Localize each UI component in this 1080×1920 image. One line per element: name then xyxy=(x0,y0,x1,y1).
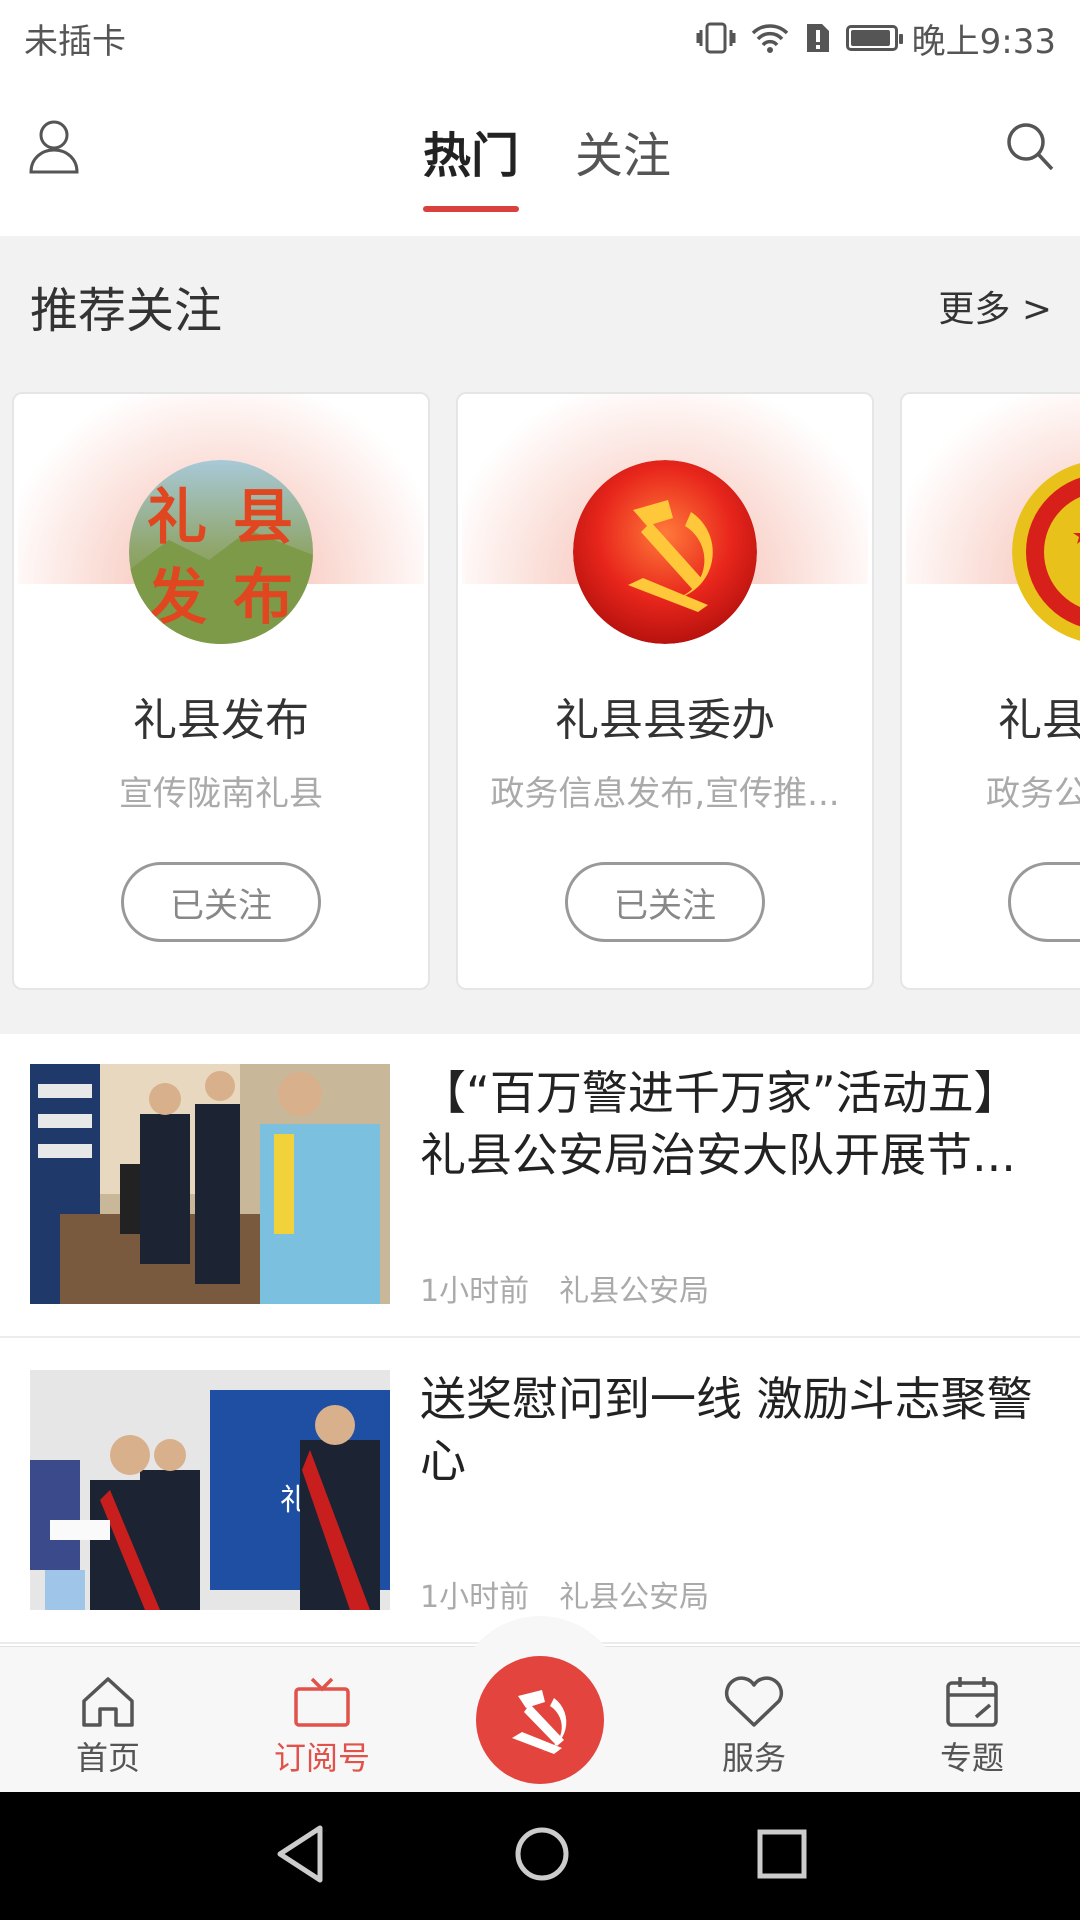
card-name: 礼县发布 xyxy=(133,695,309,746)
tv-icon xyxy=(294,1677,350,1727)
tab-follow[interactable]: 关注 xyxy=(575,116,671,212)
status-icons: 晚上9:33 xyxy=(696,14,1056,63)
recommend-header: 推荐关注 更多 > xyxy=(0,236,1080,376)
news-source: 礼县公安局 xyxy=(559,1274,710,1309)
news-item[interactable]: 【“百万警进千万家”活动五】礼县公安局治安大队开展节... 1小时前 礼县公安局 xyxy=(0,1034,1080,1338)
recommend-card[interactable]: 礼县 政务公 已 xyxy=(900,392,1080,990)
nav-subscription[interactable]: 订阅号 xyxy=(252,1675,392,1779)
news-thumbnail xyxy=(30,1064,390,1304)
svg-text:县: 县 xyxy=(233,483,293,553)
home-icon xyxy=(82,1677,134,1727)
nav-service-label: 服务 xyxy=(721,1739,786,1777)
party-center-button[interactable] xyxy=(476,1656,604,1784)
avatar xyxy=(573,460,757,644)
calendar-icon xyxy=(946,1677,998,1727)
card-desc: 宣传陇南礼县 xyxy=(119,774,323,814)
feed-tabs: 热门 关注 xyxy=(0,116,1080,212)
recommend-carousel[interactable]: 礼 县 发 布 礼县发布 宣传陇南礼县 已关注 礼县县委办 政务信息发布,宣传推… xyxy=(12,392,1080,992)
nav-topic-label: 专题 xyxy=(939,1739,1004,1777)
news-source: 礼县公安局 xyxy=(559,1580,710,1615)
carrier-label: 未插卡 xyxy=(24,21,126,62)
system-navigation-bar xyxy=(0,1792,1080,1920)
wifi-icon xyxy=(751,24,788,53)
followed-button[interactable]: 已 xyxy=(1008,862,1080,942)
top-header: 热门 关注 xyxy=(0,76,1080,236)
recents-icon[interactable] xyxy=(752,1822,812,1886)
news-thumbnail: 礼县 xyxy=(30,1370,390,1610)
nav-home[interactable]: 首页 xyxy=(38,1675,178,1779)
nav-home-label: 首页 xyxy=(75,1739,140,1777)
svg-text:布: 布 xyxy=(233,563,293,633)
search-icon[interactable] xyxy=(1004,118,1056,174)
sim-alert-icon xyxy=(806,24,829,52)
recommend-card[interactable]: 礼 县 发 布 礼县发布 宣传陇南礼县 已关注 xyxy=(12,392,430,990)
nav-service[interactable]: 服务 xyxy=(684,1675,824,1779)
recommend-card[interactable]: 礼县县委办 政务信息发布,宣传推... 已关注 xyxy=(456,392,874,990)
recommend-title: 推荐关注 xyxy=(30,283,223,339)
back-icon[interactable] xyxy=(272,1822,328,1886)
news-item[interactable]: 礼县 送奖慰问到一线 激励斗志聚警心 1小时前 礼县公安局 xyxy=(0,1340,1080,1644)
nav-topic[interactable]: 专题 xyxy=(902,1675,1042,1779)
card-desc: 政务信息发布,宣传推... xyxy=(490,774,840,814)
svg-text:发: 发 xyxy=(147,563,207,633)
clock: 晚上9:33 xyxy=(911,21,1056,62)
followed-button[interactable]: 已关注 xyxy=(121,862,321,942)
card-name: 礼县县委办 xyxy=(555,695,775,746)
card-name: 礼县 xyxy=(998,695,1080,746)
nav-subscription-label: 订阅号 xyxy=(273,1739,370,1777)
card-desc: 政务公 xyxy=(986,774,1080,814)
status-bar: 未插卡 晚上9:33 xyxy=(0,0,1080,76)
news-meta: 1小时前 礼县公安局 xyxy=(420,1572,709,1616)
followed-button[interactable]: 已关注 xyxy=(565,862,765,942)
heart-icon xyxy=(724,1676,784,1727)
news-time: 1小时前 xyxy=(420,1580,530,1615)
vibrate-icon xyxy=(696,22,736,54)
news-title: 送奖慰问到一线 激励斗志聚警心 xyxy=(420,1372,1033,1488)
party-emblem-icon xyxy=(512,1690,567,1754)
news-time: 1小时前 xyxy=(420,1274,530,1309)
news-title: 【“百万警进千万家”活动五】礼县公安局治安大队开展节... xyxy=(420,1066,1020,1182)
news-list: 【“百万警进千万家”活动五】礼县公安局治安大队开展节... 1小时前 礼县公安局… xyxy=(0,1034,1080,1646)
home-circle-icon[interactable] xyxy=(510,1822,574,1886)
svg-text:礼: 礼 xyxy=(147,483,207,553)
more-link[interactable]: 更多 > xyxy=(938,280,1052,332)
news-meta: 1小时前 礼县公安局 xyxy=(420,1266,709,1310)
tab-hot[interactable]: 热门 xyxy=(422,116,520,212)
avatar: 礼 县 发 布 xyxy=(129,460,313,644)
battery-icon xyxy=(845,25,903,51)
